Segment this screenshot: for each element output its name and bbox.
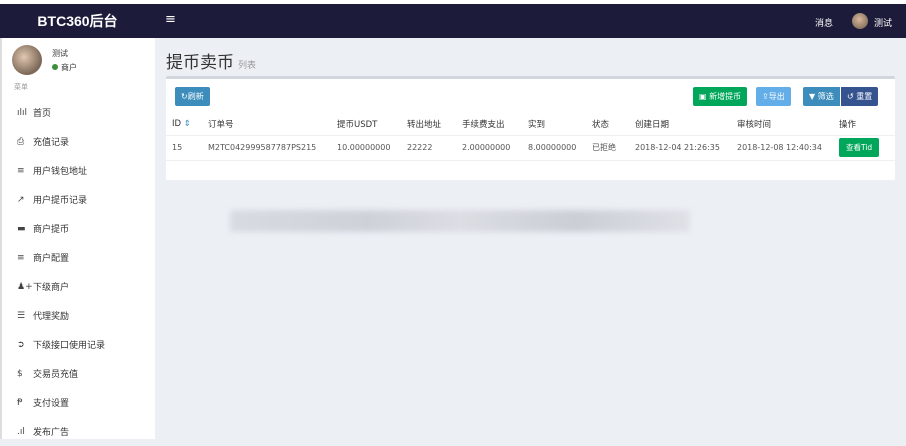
user-plus-icon: ♟+ [17,281,33,292]
column-status: 状态 [586,114,629,136]
arrow-circle-icon: ➲ [17,339,25,350]
online-dot-icon [52,64,58,70]
sidebar-item-label: 下级接口使用记录 [33,341,106,351]
sidebar-item[interactable]: .ıl 发布广告 [2,417,155,446]
user-avatar[interactable] [852,13,868,29]
sidebar-item[interactable]: ≡ 商户配置 [2,243,155,272]
sidebar-menu: ılıl 首页 ⎙ 充值记录 ≡ 用户钱包地址 ↗ 用户提币记录 ▬ 商户提币 ≡ 商户配置 ♟+ 下级商… [2,98,155,446]
sidebar-item[interactable]: $ 交易员充值 [2,359,155,388]
cell-created: 2018-12-04 21:26:35 [629,135,731,161]
user-role: 商户 [61,63,77,72]
column-id-label: ID [172,119,182,130]
content: 提币卖币 列表 ↻刷新 ▣ 新增提币 ⇪导出 ▼ 筛选 ↺ 重置 ID ⇕ 订单号… [155,38,906,439]
avatar [12,45,42,75]
menu-heading: 菜单 [14,83,28,91]
export-button[interactable]: ⇪导出 [756,87,791,106]
column-usdt: 提币USDT [331,114,401,136]
cell-reviewed: 2018-12-08 12:40:34 [731,135,833,161]
top-navbar: BTC360后台 ≡ 消息 测试 [0,4,906,38]
list-icon: ≡ [17,252,25,263]
cell-usdt: 10.00000000 [331,135,401,161]
column-created: 创建日期 [629,114,731,136]
sidebar-user-status: 商户 [52,62,77,73]
sidebar-item-label: 下级商户 [33,283,70,293]
sidebar-item-label: 代理奖励 [33,312,70,322]
dollar-icon: $ [17,368,23,379]
column-fee: 手续费支出 [456,114,522,136]
cell-action: 查看Tid [833,135,895,161]
server-icon: ☰ [17,310,26,321]
reset-button[interactable]: ↺ 重置 [841,87,879,106]
logo[interactable]: BTC360后台 [0,4,155,38]
add-withdraw-button[interactable]: ▣ 新增提币 [693,87,748,106]
page-title: 提币卖币 列表 [166,48,256,73]
sidebar-item-label: 商户提币 [33,225,70,235]
sidebar-item[interactable]: ➲ 下级接口使用记录 [2,330,155,359]
bar-chart-icon: ılıl [17,107,28,118]
table-header: ID ⇕ 订单号 提币USDT 转出地址 手续费支出 实到 状态 创建日期 审核… [166,114,895,136]
cell-fee: 2.00000000 [456,135,522,161]
sort-icon[interactable]: ⇕ [184,119,191,129]
cell-status: 已拒绝 [586,135,629,161]
sidebar: 测试 商户 菜单 ılıl 首页 ⎙ 充值记录 ≡ 用户钱包地址 ↗ 用户提币记录 ▬ 商户提币 ≡… [0,38,155,439]
paypal-icon: Ᵽ [17,397,23,408]
credit-card-icon: ▬ [17,223,26,234]
sidebar-item[interactable]: ılıl 首页 [2,98,155,127]
sidebar-item[interactable]: ↗ 用户提币记录 [2,185,155,214]
column-address: 转出地址 [401,114,456,136]
column-action: 操作 [833,114,895,136]
sidebar-item[interactable]: ▬ 商户提币 [2,214,155,243]
sidebar-item-label: 充值记录 [33,138,70,148]
sidebar-item[interactable]: ♟+ 下级商户 [2,272,155,301]
user-menu[interactable]: 测试 [874,16,892,29]
list-box: ↻刷新 ▣ 新增提币 ⇪导出 ▼ 筛选 ↺ 重置 ID ⇕ 订单号 提币USDT… [166,76,895,180]
table-row: 15 M2TC042999587787PS215 10.00000000 222… [166,135,895,161]
page-subtitle: 列表 [238,61,257,71]
messages-link[interactable]: 消息 [815,16,833,29]
cell-actual: 8.00000000 [522,135,586,161]
sidebar-item[interactable]: ☰ 代理奖励 [2,301,155,330]
filter-button[interactable]: ▼ 筛选 [803,87,840,106]
sidebar-item-label: 商户配置 [33,254,70,264]
clipboard-icon: ⎙ [17,136,25,147]
signal-icon: .ıl [17,426,25,437]
sidebar-item-label: 支付设置 [33,399,70,409]
blurred-watermark [230,210,690,232]
page-title-text: 提币卖币 [166,53,234,73]
menu-toggle-icon[interactable]: ≡ [165,13,176,27]
column-reviewed: 审核时间 [731,114,833,136]
cell-id: 15 [166,135,202,161]
list-icon: ≡ [17,165,25,176]
view-tid-button[interactable]: 查看Tid [839,138,880,157]
sidebar-item[interactable]: Ᵽ 支付设置 [2,388,155,417]
sidebar-user-name: 测试 [52,49,68,58]
external-link-icon: ↗ [17,194,25,205]
cell-address: 22222 [401,135,456,161]
column-id[interactable]: ID ⇕ [166,114,202,136]
sidebar-item-label: 交易员充值 [33,370,79,380]
sidebar-item-label: 发布广告 [33,428,70,438]
sidebar-item-label: 用户钱包地址 [33,167,88,177]
sidebar-item[interactable]: ≡ 用户钱包地址 [2,156,155,185]
column-order: 订单号 [202,114,331,136]
sidebar-item-label: 首页 [33,109,52,119]
column-actual: 实到 [522,114,586,136]
data-table: ID ⇕ 订单号 提币USDT 转出地址 手续费支出 实到 状态 创建日期 审核… [166,114,895,161]
sidebar-item-label: 用户提币记录 [33,196,88,206]
cell-order: M2TC042999587787PS215 [202,135,331,161]
sidebar-item[interactable]: ⎙ 充值记录 [2,127,155,156]
refresh-button[interactable]: ↻刷新 [175,87,210,106]
